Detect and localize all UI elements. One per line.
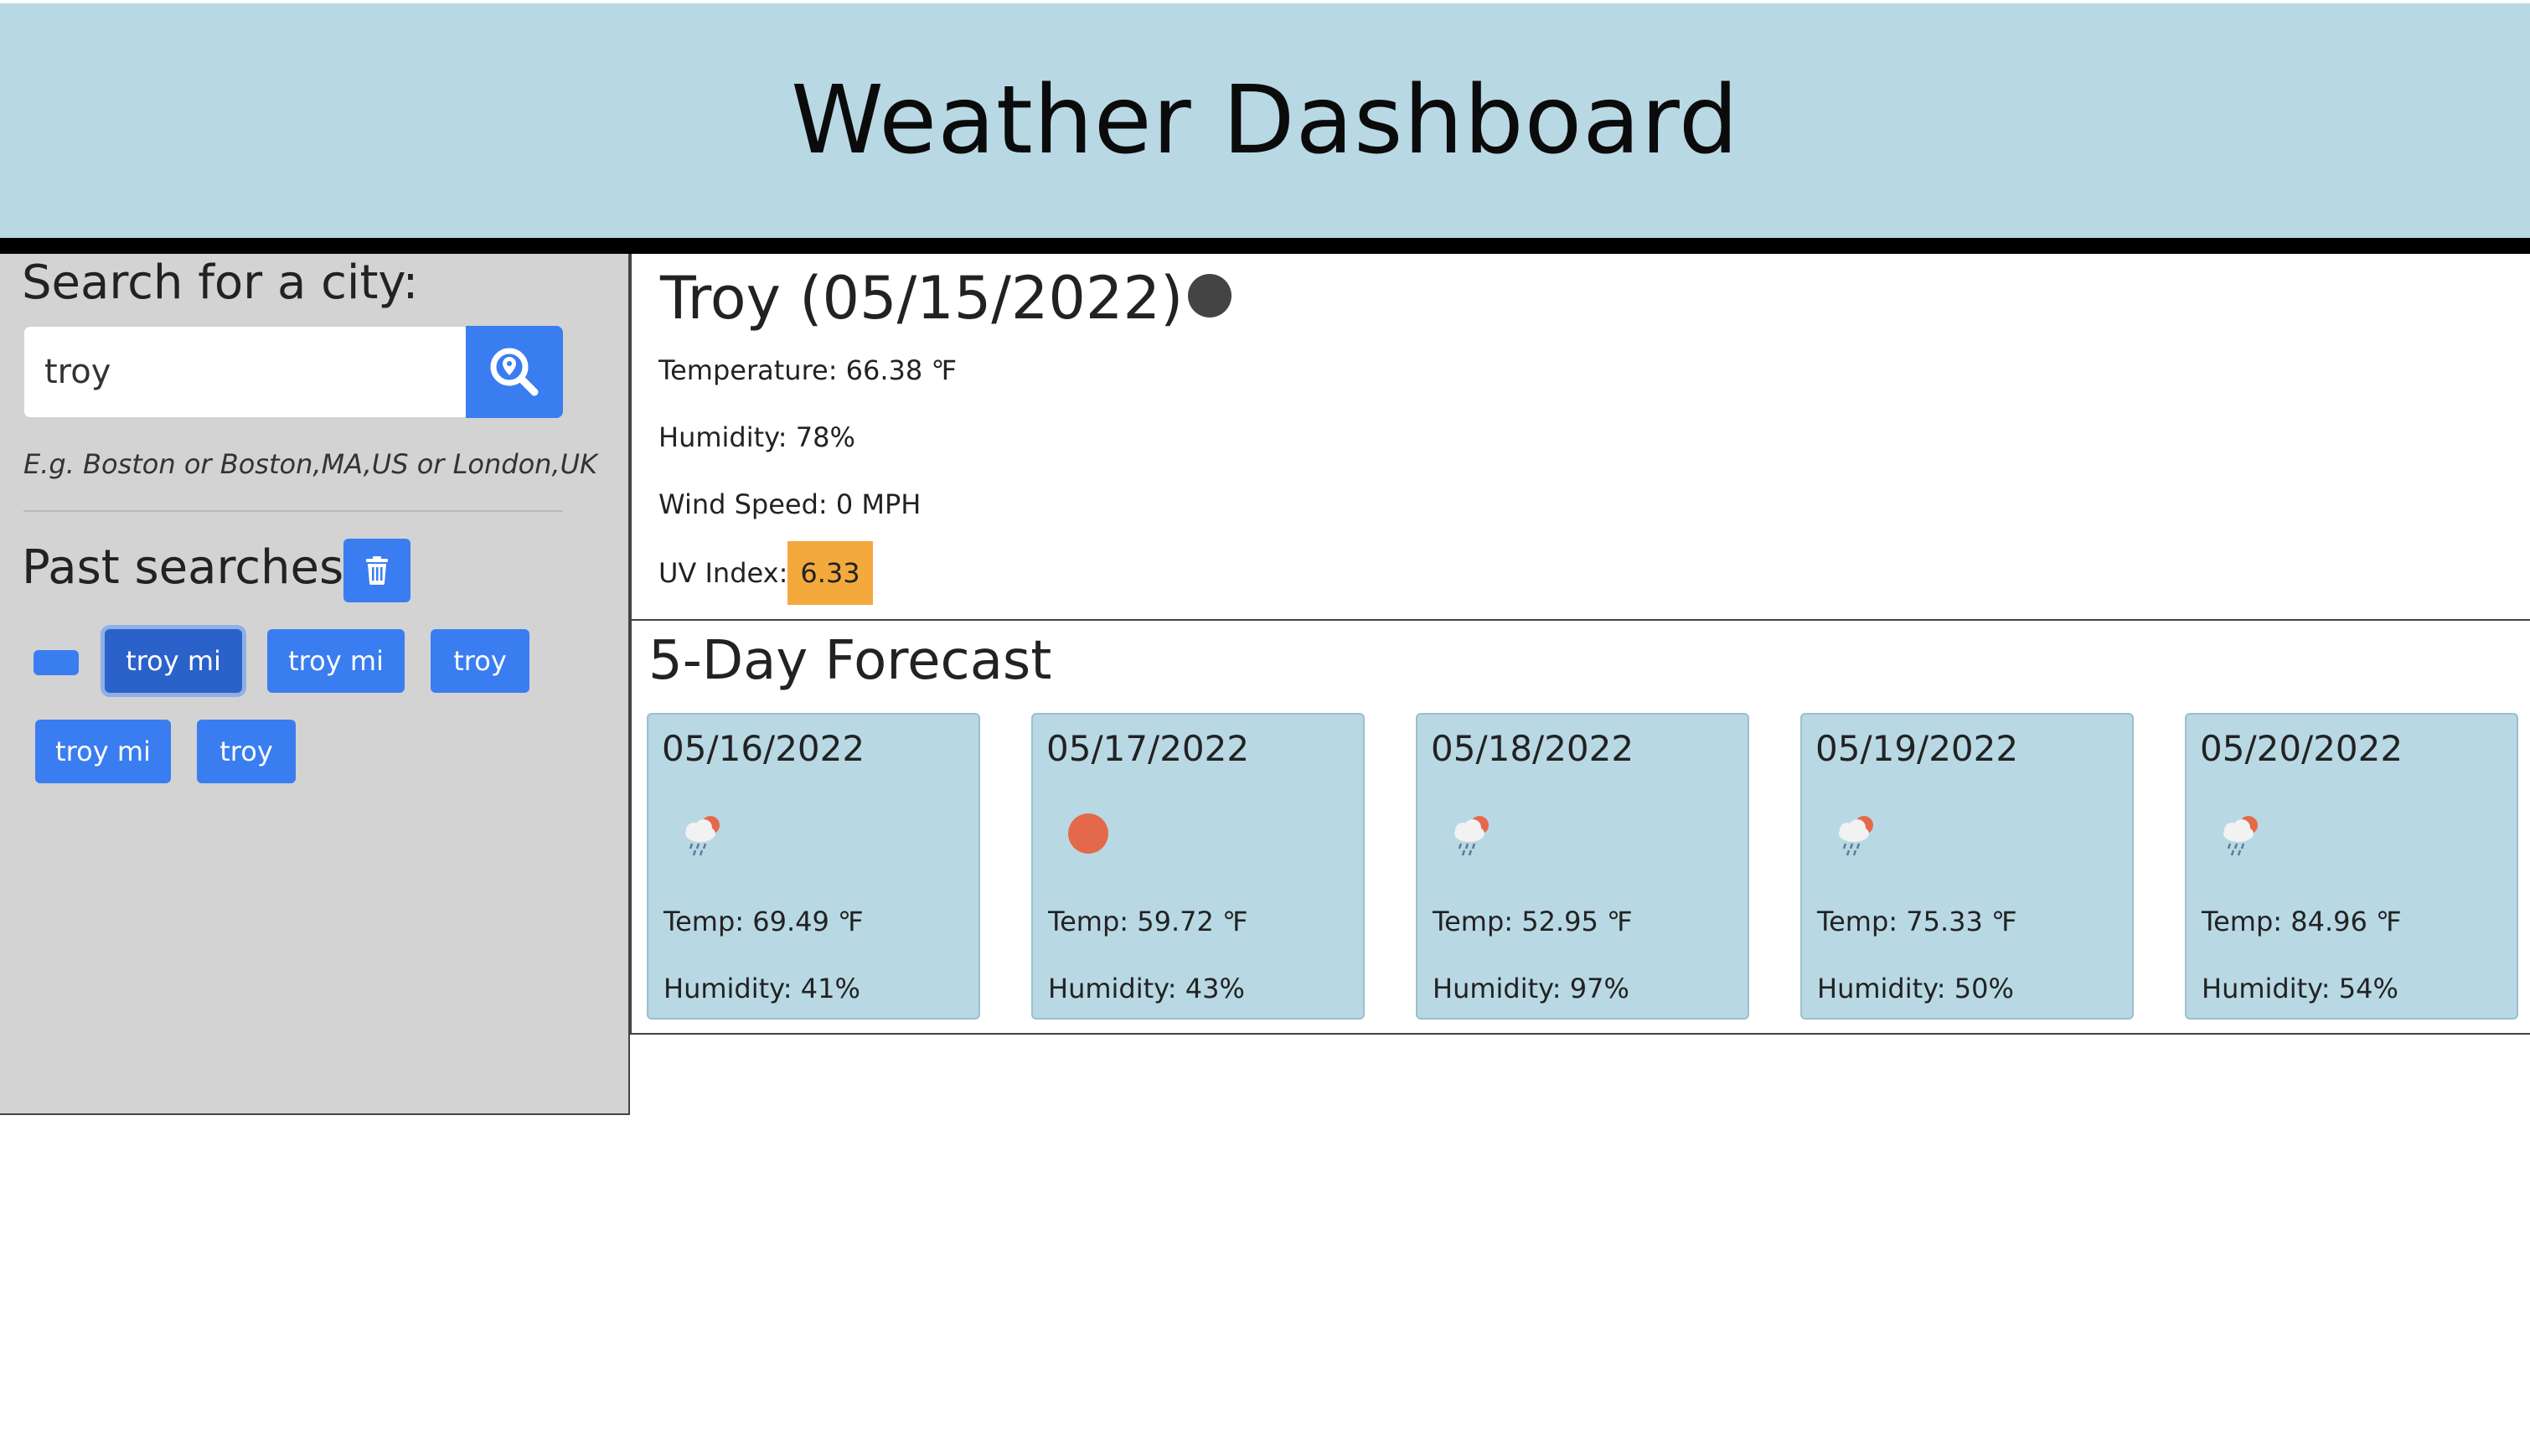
- rain-sun-icon: [2223, 816, 2258, 856]
- search-button[interactable]: [466, 326, 563, 418]
- rain-sun-icon: [1454, 816, 1489, 856]
- forecast-title: 5-Day Forecast: [648, 630, 1052, 692]
- city-search-input[interactable]: [23, 326, 466, 418]
- forecast-humidity: Humidity: 41%: [663, 973, 860, 1004]
- clear-history-button[interactable]: [343, 539, 410, 602]
- rain-sun-icon: [685, 816, 720, 856]
- forecast-temp: Temp: 84.96 ℉: [2202, 906, 2402, 937]
- forecast-humidity: Humidity: 97%: [1433, 973, 1629, 1004]
- past-search-button[interactable]: troy mi: [267, 629, 405, 693]
- forecast-humidity: Humidity: 54%: [2202, 973, 2398, 1004]
- current-temperature: Temperature: 66.38 ℉: [658, 354, 957, 386]
- past-search-button[interactable]: [34, 650, 79, 675]
- forecast-card: 05/20/2022 Temp: 84.96 ℉ Humidity: 54%: [2185, 713, 2518, 1020]
- forecast-humidity: Humidity: 43%: [1048, 973, 1245, 1004]
- weather-icon: [1188, 274, 1231, 318]
- past-search-button[interactable]: troy mi: [105, 629, 242, 693]
- rain-sun-icon: [1839, 816, 1873, 856]
- search-hint: E.g. Boston or Boston,MA,US or London,UK: [23, 448, 598, 480]
- current-weather-panel: Troy (05/15/2022) Temperature: 66.38 ℉ H…: [630, 254, 2530, 621]
- forecast-date: 05/18/2022: [1431, 728, 1634, 769]
- forecast-temp: Temp: 75.33 ℉: [1817, 906, 2017, 937]
- forecast-card: 05/18/2022 Temp: 52.95 ℉ Humidity: 97%: [1416, 713, 1749, 1020]
- forecast-temp: Temp: 69.49 ℉: [663, 906, 864, 937]
- current-wind-speed: Wind Speed: 0 MPH: [658, 488, 922, 520]
- forecast-card: 05/16/2022 Temp: 69.49 ℉ Humidity: 41%: [647, 713, 980, 1020]
- past-search-button[interactable]: troy mi: [35, 720, 171, 783]
- past-search-button[interactable]: troy: [431, 629, 529, 693]
- uv-index-badge: 6.33: [787, 541, 873, 605]
- past-search-button[interactable]: troy: [197, 720, 296, 783]
- sun-icon: [1068, 813, 1108, 854]
- search-location-icon: [490, 348, 539, 396]
- search-label: Search for a city:: [22, 256, 419, 310]
- forecast-humidity: Humidity: 50%: [1817, 973, 2014, 1004]
- page-title: Weather Dashboard: [791, 66, 1739, 175]
- forecast-date: 05/16/2022: [662, 728, 865, 769]
- past-searches-label: Past searches: [22, 540, 344, 595]
- forecast-date: 05/17/2022: [1046, 728, 1250, 769]
- sidebar-divider: [23, 510, 563, 512]
- current-humidity: Humidity: 78%: [658, 421, 855, 453]
- header-divider: [0, 238, 2530, 254]
- forecast-temp: Temp: 52.95 ℉: [1433, 906, 1633, 937]
- forecast-card: 05/19/2022 Temp: 75.33 ℉ Humidity: 50%: [1800, 713, 2134, 1020]
- trash-icon: [366, 556, 388, 585]
- forecast-temp: Temp: 59.72 ℉: [1048, 906, 1248, 937]
- page-header: Weather Dashboard: [0, 3, 2530, 238]
- search-group: [23, 326, 563, 418]
- forecast-section: 5-Day Forecast 05/16/2022 Temp: 69.49 ℉ …: [630, 621, 2530, 1035]
- sidebar: Search for a city: E.g. Boston or Boston…: [0, 254, 630, 1115]
- forecast-date: 05/19/2022: [1815, 728, 2019, 769]
- current-city-title: Troy (05/15/2022): [660, 264, 1184, 333]
- forecast-card: 05/17/2022 Temp: 59.72 ℉ Humidity: 43%: [1031, 713, 1365, 1020]
- uv-index-label: UV Index:: [658, 557, 788, 589]
- forecast-date: 05/20/2022: [2200, 728, 2404, 769]
